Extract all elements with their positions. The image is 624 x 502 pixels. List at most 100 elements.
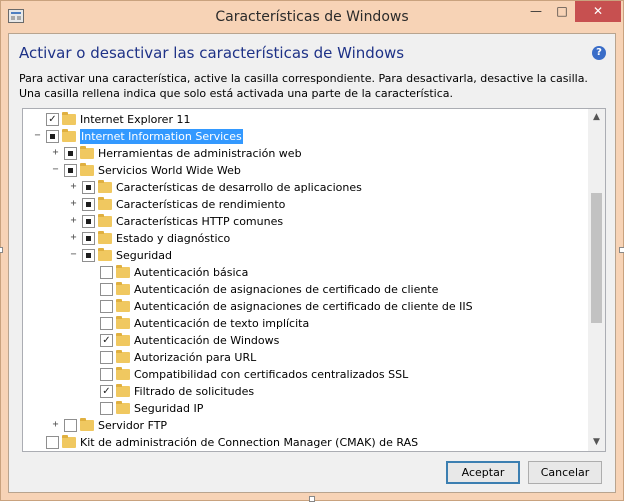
- tree-item[interactable]: ✓ Filtrado de solicitudes: [23, 383, 589, 400]
- page-title: Activar o desactivar las características…: [19, 44, 405, 62]
- folder-icon: [80, 418, 94, 431]
- resize-handle-bottom[interactable]: [309, 496, 315, 502]
- feature-checkbox[interactable]: [100, 283, 113, 296]
- tree-item-label: Autenticación básica: [134, 266, 249, 279]
- folder-icon: [116, 367, 130, 380]
- tree-item[interactable]: − Seguridad: [23, 247, 589, 264]
- tree-item-label: Características HTTP comunes: [116, 215, 284, 228]
- tree-item[interactable]: ✓ Autenticación de Windows: [23, 332, 589, 349]
- tree-item[interactable]: Seguridad IP: [23, 400, 589, 417]
- window: Características de Windows — □ ✕ Activar…: [0, 0, 624, 501]
- tree-item-label: Servicios World Wide Web: [98, 164, 241, 177]
- feature-checkbox[interactable]: [100, 317, 113, 330]
- tree-item[interactable]: Compatibilidad con certificados centrali…: [23, 366, 589, 383]
- tree-item[interactable]: + Características de rendimiento: [23, 196, 589, 213]
- folder-icon: [116, 350, 130, 363]
- tree-item[interactable]: + Herramientas de administración web: [23, 145, 589, 162]
- scroll-down-arrow-icon[interactable]: ▼: [588, 434, 605, 451]
- folder-icon: [62, 435, 76, 448]
- folder-icon: [98, 180, 112, 193]
- tree-item-label: Herramientas de administración web: [98, 147, 302, 160]
- tree-item[interactable]: ✓ Internet Explorer 11: [23, 111, 589, 128]
- tree-item[interactable]: Autenticación básica: [23, 264, 589, 281]
- description-text: Para activar una característica, active …: [19, 72, 588, 100]
- title-bar[interactable]: Características de Windows — □ ✕: [1, 1, 623, 33]
- tree-item[interactable]: Autenticación de asignaciones de certifi…: [23, 281, 589, 298]
- tree-item-label: Internet Explorer 11: [80, 113, 191, 126]
- scroll-thumb[interactable]: [591, 193, 602, 323]
- feature-checkbox[interactable]: [82, 249, 95, 262]
- tree-item[interactable]: − Servicios World Wide Web: [23, 162, 589, 179]
- folder-icon: [116, 333, 130, 346]
- feature-checkbox[interactable]: [100, 351, 113, 364]
- tree-item-label: Autenticación de asignaciones de certifi…: [134, 300, 473, 313]
- resize-handle-left[interactable]: [0, 247, 3, 253]
- feature-checkbox[interactable]: ✓: [100, 385, 113, 398]
- feature-checkbox[interactable]: [100, 402, 113, 415]
- feature-checkbox[interactable]: [46, 436, 59, 449]
- feature-checkbox[interactable]: [64, 147, 77, 160]
- vertical-scrollbar[interactable]: ▲ ▼: [588, 109, 605, 451]
- maximize-button[interactable]: □: [549, 1, 575, 22]
- folder-icon: [62, 129, 76, 142]
- tree-item[interactable]: − Internet Information Services: [23, 128, 589, 145]
- folder-icon: [80, 163, 94, 176]
- features-tree[interactable]: ▲ ▼ ✓ Internet Explorer 11 − Internet Infor…: [22, 108, 606, 452]
- collapse-icon[interactable]: −: [33, 131, 42, 141]
- feature-checkbox[interactable]: [82, 215, 95, 228]
- expand-icon[interactable]: +: [69, 182, 78, 192]
- tree-item-label: Autenticación de Windows: [134, 334, 280, 347]
- resize-handle-right[interactable]: [619, 247, 624, 253]
- folder-icon: [116, 282, 130, 295]
- minimize-button[interactable]: —: [523, 1, 549, 22]
- feature-checkbox[interactable]: [82, 198, 95, 211]
- feature-checkbox[interactable]: [64, 164, 77, 177]
- tree-item-label: Autorización para URL: [134, 351, 257, 364]
- accept-button[interactable]: Aceptar: [446, 461, 520, 484]
- tree-item[interactable]: + Servidor FTP: [23, 417, 589, 434]
- feature-checkbox[interactable]: [100, 266, 113, 279]
- tree-item-label: Características de rendimiento: [116, 198, 286, 211]
- feature-checkbox[interactable]: [82, 232, 95, 245]
- feature-checkbox[interactable]: [100, 368, 113, 381]
- collapse-icon[interactable]: −: [69, 250, 78, 260]
- feature-checkbox[interactable]: [46, 130, 59, 143]
- tree-item[interactable]: + Estado y diagnóstico: [23, 230, 589, 247]
- tree-item-label: Compatibilidad con certificados centrali…: [134, 368, 409, 381]
- tree-item[interactable]: Autorización para URL: [23, 349, 589, 366]
- folder-icon: [98, 197, 112, 210]
- tree-item-label: Autenticación de asignaciones de certifi…: [134, 283, 439, 296]
- tree-item[interactable]: + Características HTTP comunes: [23, 213, 589, 230]
- folder-icon: [98, 214, 112, 227]
- tree-item[interactable]: Autenticación de texto implícita: [23, 315, 589, 332]
- folder-icon: [116, 316, 130, 329]
- folder-icon: [116, 299, 130, 312]
- expand-icon[interactable]: +: [51, 148, 60, 158]
- folder-icon: [62, 112, 76, 125]
- collapse-icon[interactable]: −: [51, 165, 60, 175]
- cancel-button[interactable]: Cancelar: [528, 461, 602, 484]
- tree-item-label: Internet Information Services: [80, 129, 243, 144]
- expand-icon[interactable]: +: [51, 420, 60, 430]
- expand-icon[interactable]: +: [69, 233, 78, 243]
- feature-checkbox[interactable]: ✓: [100, 334, 113, 347]
- feature-checkbox[interactable]: [100, 300, 113, 313]
- tree-item[interactable]: + Características de desarrollo de aplica…: [23, 179, 589, 196]
- tree-item-label: Estado y diagnóstico: [116, 232, 231, 245]
- folder-icon: [98, 248, 112, 261]
- tree-item[interactable]: Kit de administración de Connection Mana…: [23, 434, 589, 451]
- feature-checkbox[interactable]: [64, 419, 77, 432]
- scroll-up-arrow-icon[interactable]: ▲: [588, 109, 605, 126]
- tree-item-label: Autenticación de texto implícita: [134, 317, 310, 330]
- expand-icon[interactable]: +: [69, 199, 78, 209]
- tree-item[interactable]: Autenticación de asignaciones de certifi…: [23, 298, 589, 315]
- dialog-body: Activar o desactivar las características…: [8, 33, 616, 493]
- tree-item-label: Características de desarrollo de aplicac…: [116, 181, 362, 194]
- tree-item-label: Seguridad: [116, 249, 172, 262]
- expand-icon[interactable]: +: [69, 216, 78, 226]
- close-button[interactable]: ✕: [575, 1, 621, 22]
- help-icon[interactable]: ?: [592, 46, 606, 60]
- feature-checkbox[interactable]: [82, 181, 95, 194]
- tree-item-label: Seguridad IP: [134, 402, 204, 415]
- feature-checkbox[interactable]: ✓: [46, 113, 59, 126]
